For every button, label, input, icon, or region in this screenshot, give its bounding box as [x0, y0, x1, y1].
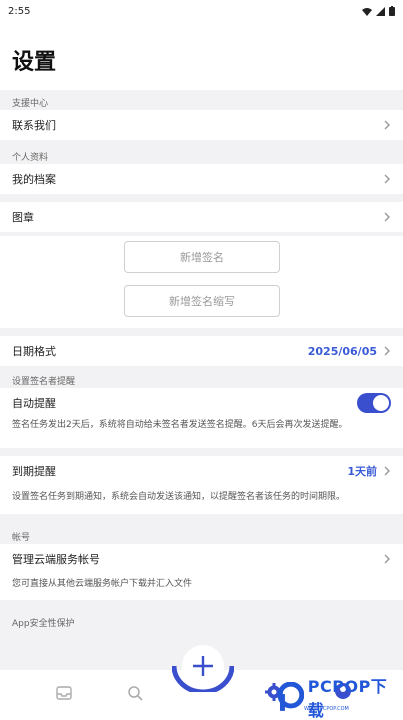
auto-reminder-toggle[interactable]: [357, 393, 391, 413]
expiry-reminder-label: 到期提醒: [12, 465, 56, 478]
watermark-logo: PCPOP下载 WWW.PCPOP.COM: [276, 677, 403, 720]
chevron-right-icon: [383, 465, 391, 477]
expiry-reminder-row[interactable]: 到期提醒 1天前: [0, 456, 403, 486]
date-format-value: 2025/06/05: [307, 344, 377, 358]
manage-cloud-account-description: 您可直接从其他云端服务帐户下载并汇入文件: [0, 574, 403, 600]
chevron-right-icon: [383, 345, 391, 357]
expiry-reminder-description: 设置签名任务到期通知，系统会自动发送该通知，以提醒签名者该任务的时间期限。: [0, 486, 403, 514]
toggle-knob: [373, 395, 389, 411]
my-profile-row[interactable]: 我的档案: [0, 164, 403, 194]
contact-us-label: 联系我们: [12, 119, 56, 132]
page-title: 设置: [12, 50, 57, 75]
section-label-account: 帐号: [12, 533, 31, 543]
search-icon[interactable]: [126, 684, 144, 702]
status-icons: [362, 6, 395, 16]
add-initials-button[interactable]: 新增签名缩写: [124, 285, 280, 317]
chevron-right-icon: [383, 119, 391, 131]
status-time: 2:55: [8, 5, 31, 17]
add-button[interactable]: [171, 640, 235, 695]
auto-reminder-row: 自动提醒: [0, 388, 403, 418]
expiry-reminder-value: 1天前: [347, 465, 377, 478]
watermark-tagline: WWW.PCPOP.COM: [304, 706, 349, 712]
pcpop-logo-icon: [277, 682, 304, 711]
section-label-signer-reminder: 设置签名者提醒: [12, 377, 76, 387]
auto-reminder-label: 自动提醒: [12, 397, 56, 410]
manage-cloud-account-row[interactable]: 管理云端服务帐号: [0, 544, 403, 574]
seal-label: 图章: [12, 211, 34, 224]
add-icon: [171, 645, 235, 695]
section-label-profile: 个人资料: [12, 153, 49, 163]
date-format-row[interactable]: 日期格式 2025/06/05: [0, 336, 403, 366]
battery-icon: [389, 6, 395, 16]
inbox-icon[interactable]: [55, 684, 73, 702]
chevron-right-icon: [383, 173, 391, 185]
seal-row[interactable]: 图章: [0, 202, 403, 232]
chevron-right-icon: [383, 211, 391, 223]
add-signature-button[interactable]: 新增签名: [124, 241, 280, 273]
signature-panel: 新增签名 新增签名缩写: [0, 236, 403, 328]
manage-cloud-account-label: 管理云端服务帐号: [12, 553, 100, 566]
section-label-support: 支援中心: [12, 99, 49, 109]
chevron-right-icon: [383, 553, 391, 565]
wifi-icon: [362, 7, 372, 16]
status-bar: 2:55: [0, 0, 403, 22]
my-profile-label: 我的档案: [12, 173, 56, 186]
auto-reminder-description: 签名任务发出2天后，系统将自动给未签名者发送签名提醒。6天后会再次发送提醒。: [0, 418, 403, 448]
date-format-label: 日期格式: [12, 345, 56, 358]
contact-us-row[interactable]: 联系我们: [0, 110, 403, 140]
page-header: 设置: [0, 22, 403, 90]
watermark-brand: PCPOP下载: [307, 677, 388, 720]
signal-icon: [376, 6, 385, 16]
section-label-app-security: App安全性保护: [12, 619, 75, 629]
